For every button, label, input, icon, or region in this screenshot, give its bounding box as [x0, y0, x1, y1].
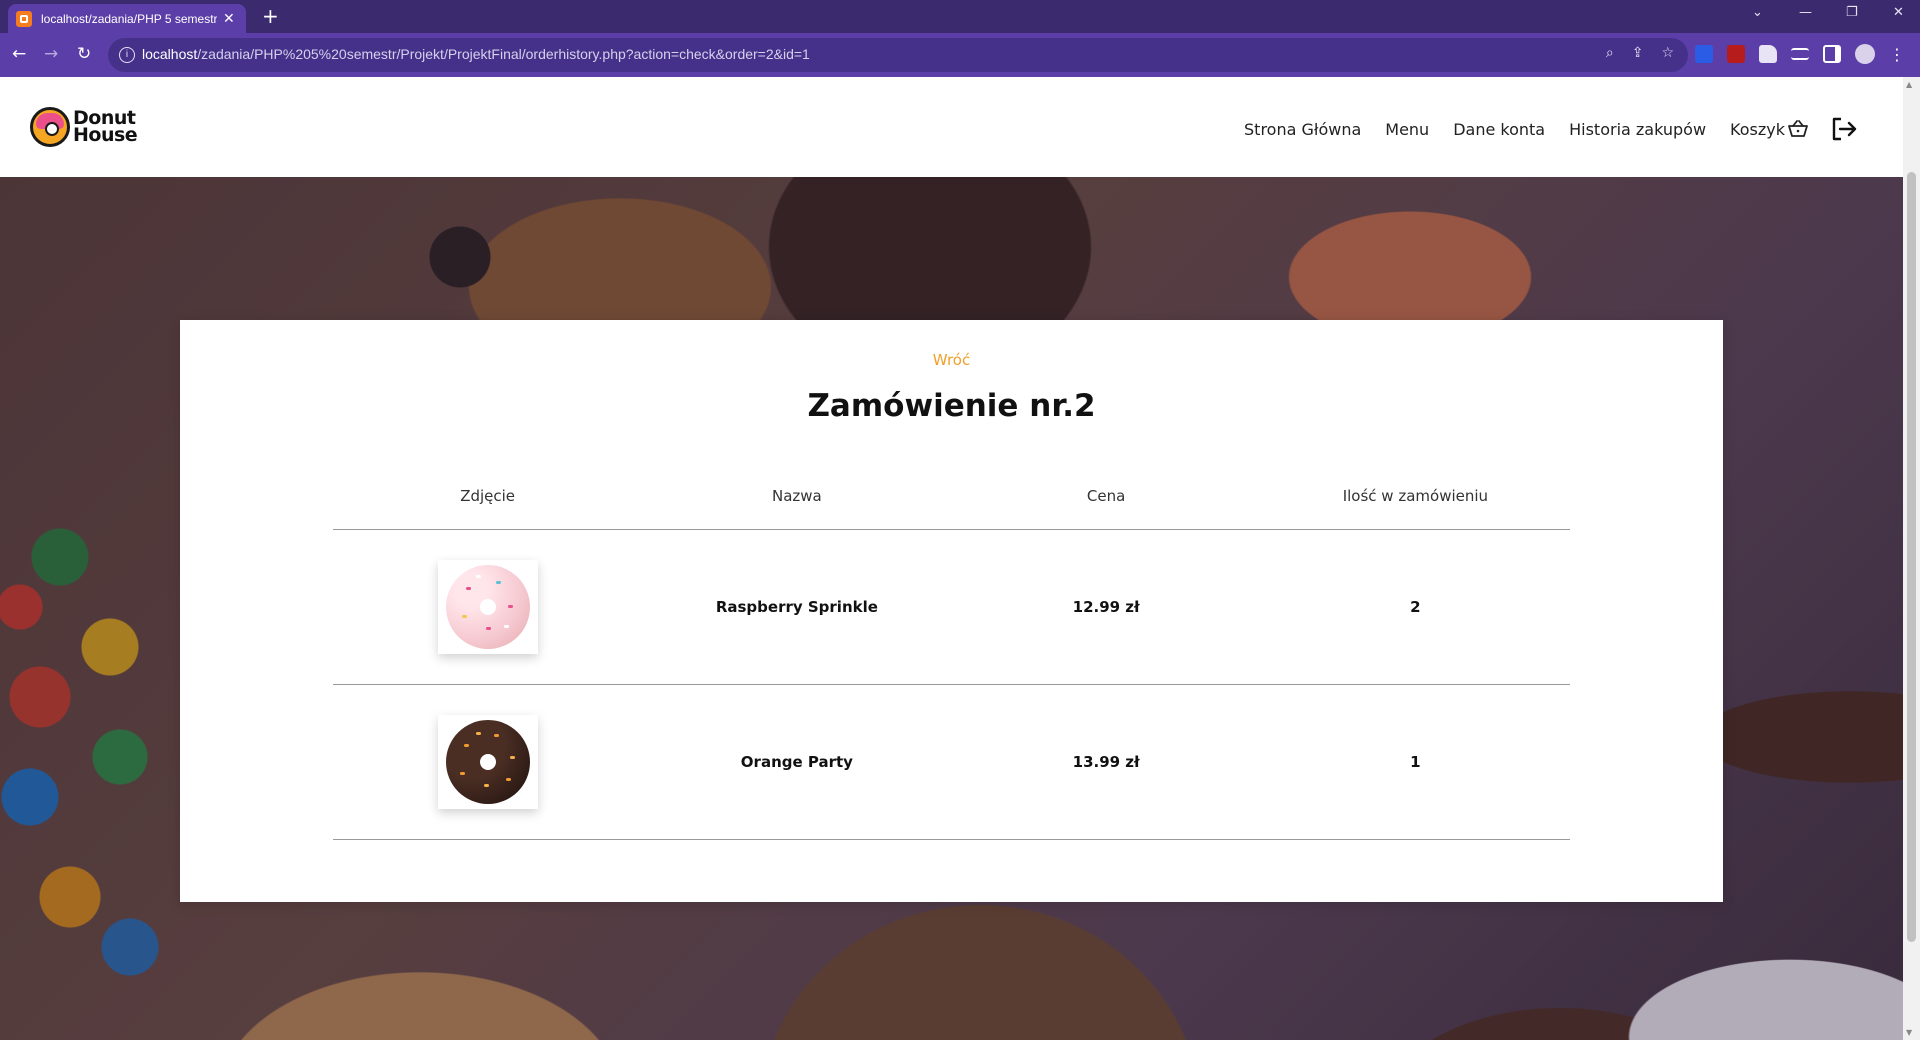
item-name: Raspberry Sprinkle: [715, 598, 878, 616]
item-price: 13.99 zł: [1072, 753, 1140, 771]
column-header-name: Nazwa: [772, 486, 822, 505]
forward-arrow-icon[interactable]: →: [44, 44, 58, 64]
column-header-price: Cena: [1086, 486, 1126, 505]
item-quantity: 2: [1410, 598, 1421, 616]
bookmark-star-icon[interactable]: ☆: [1661, 45, 1674, 61]
nav-order-history[interactable]: Historia zakupów: [1569, 120, 1706, 139]
ublock-origin-icon[interactable]: [1727, 45, 1745, 63]
profile-avatar[interactable]: [1855, 44, 1875, 64]
reload-icon[interactable]: ↻: [77, 44, 91, 64]
close-tab-icon[interactable]: ✕: [223, 11, 235, 27]
main-nav: Strona Główna Menu Dane konta Historia z…: [1220, 117, 1857, 141]
order-items-table: Zdjęcie Nazwa Cena Ilość w zamówieniu Ra…: [333, 462, 1570, 840]
column-header-photo: Zdjęcie: [460, 486, 516, 505]
page-scrollbar-thumb[interactable]: [1907, 172, 1916, 942]
table-row: Orange Party 13.99 zł 1: [333, 685, 1570, 840]
side-panel-icon[interactable]: [1823, 45, 1841, 63]
logout-icon[interactable]: [1831, 117, 1857, 141]
item-price: 12.99 zł: [1072, 598, 1140, 616]
browser-menu-icon[interactable]: ⋮: [1889, 45, 1905, 64]
basket-icon: [1788, 120, 1808, 137]
order-title: Zamówienie nr.2: [807, 388, 1096, 424]
url-path: /zadania/PHP%205%20semestr/Projekt/Proje…: [197, 46, 810, 62]
nav-account[interactable]: Dane konta: [1453, 120, 1545, 139]
address-url[interactable]: localhost/zadania/PHP%205%20semestr/Proj…: [142, 46, 810, 62]
media-control-icon[interactable]: [1791, 48, 1809, 60]
table-header: Zdjęcie Nazwa Cena Ilość w zamówieniu: [333, 462, 1570, 530]
donut-logo-icon: [30, 107, 70, 147]
chocolate-orange-donut-image: [445, 720, 530, 804]
address-bar[interactable]: i localhost/zadania/PHP%205%20semestr/Pr…: [108, 38, 1688, 72]
extension-m-icon[interactable]: [1695, 45, 1713, 63]
restore-button[interactable]: ❐: [1846, 5, 1858, 20]
browser-tab[interactable]: localhost/zadania/PHP 5 semestr ✕: [8, 4, 246, 33]
new-tab-button[interactable]: +: [262, 6, 279, 26]
scroll-up-arrow-icon[interactable]: ▲: [1906, 80, 1912, 89]
logo-text: Donut House: [73, 109, 138, 146]
item-name: Orange Party: [740, 753, 853, 771]
nav-cart[interactable]: Koszyk: [1730, 120, 1809, 139]
tab-search-icon[interactable]: ⌄: [1752, 5, 1763, 20]
extensions-puzzle-icon[interactable]: [1759, 45, 1777, 63]
browser-toolbar: ← → ↻ i localhost/zadania/PHP%205%20seme…: [0, 33, 1920, 77]
site-header: Donut House Strona Główna Menu Dane kont…: [0, 77, 1903, 177]
donut-house-logo[interactable]: Donut House: [30, 107, 138, 147]
item-quantity: 1: [1410, 753, 1421, 771]
table-row: Raspberry Sprinkle 12.99 zł 2: [333, 530, 1570, 685]
browser-tab-strip: localhost/zadania/PHP 5 semestr ✕ + ⌄ — …: [0, 0, 1920, 33]
xampp-favicon-icon: [16, 10, 32, 27]
product-image-raspberry-sprinkle: [437, 560, 538, 654]
logo-line-2: House: [73, 124, 138, 146]
nav-cart-label: Koszyk: [1730, 119, 1785, 139]
order-details-card: Wróć Zamówienie nr.2 Zdjęcie Nazwa Cena …: [180, 320, 1723, 902]
back-arrow-icon[interactable]: ←: [12, 44, 26, 64]
column-header-quantity: Ilość w zamówieniu: [1342, 486, 1489, 505]
nav-home[interactable]: Strona Główna: [1244, 120, 1361, 139]
url-host: localhost: [142, 46, 198, 62]
scroll-down-arrow-icon[interactable]: ▼: [1906, 1028, 1912, 1037]
tab-title: localhost/zadania/PHP 5 semestr: [41, 11, 217, 26]
minimize-button[interactable]: —: [1799, 5, 1812, 20]
pink-sprinkle-donut-image: [445, 565, 530, 649]
site-info-icon[interactable]: i: [119, 47, 135, 63]
product-image-orange-party: [437, 715, 538, 809]
back-link[interactable]: Wróć: [180, 351, 1723, 369]
zoom-icon[interactable]: ⌕: [1606, 45, 1614, 61]
nav-menu[interactable]: Menu: [1385, 120, 1429, 139]
close-window-button[interactable]: ✕: [1893, 5, 1904, 20]
share-icon[interactable]: ⇪: [1632, 45, 1644, 61]
